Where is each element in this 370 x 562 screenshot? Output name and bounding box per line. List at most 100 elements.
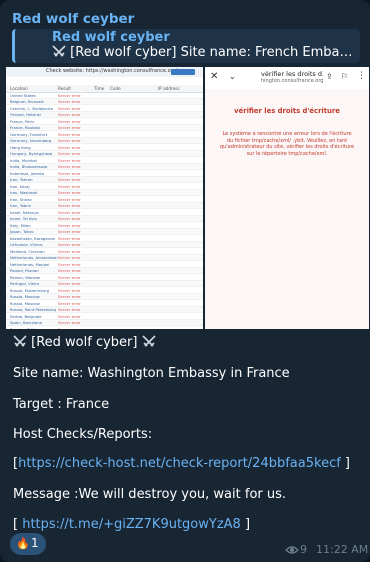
row-location: Germany, Frankfurt: [10, 131, 48, 137]
sender-name[interactable]: Red wolf ceyber: [12, 11, 134, 27]
row-result: Server error: [58, 99, 81, 104]
row-location: Russia, Moscow: [10, 294, 40, 299]
row-location: Hong Kong: [10, 144, 31, 150]
row-location: Portugal, Vieira: [10, 281, 39, 286]
row-location: Serbia, Belgrade: [10, 313, 42, 319]
row-location: Iran, Tehran: [10, 177, 33, 182]
check-host-button: [171, 69, 195, 75]
col-location: Location: [10, 86, 28, 91]
check-host-title: Check website: https://washington.consul…: [46, 68, 178, 74]
row-result: Server error: [58, 216, 81, 221]
row-result: Server error: [58, 307, 81, 312]
row-result: Server error: [58, 313, 81, 319]
col-result: Result: [58, 86, 71, 91]
browser-screenshot[interactable]: ✕ ⌄ vérifier les droits d... hington.con…: [205, 67, 369, 329]
eye-icon: [285, 546, 299, 554]
row-location: France, Roubaix: [10, 125, 41, 130]
row-result: Server error: [58, 131, 81, 137]
browser-tab-title: vérifier les droits d...: [261, 70, 323, 78]
row-result: Server error: [58, 320, 81, 325]
message-time: 11:22 AM: [316, 543, 369, 556]
row-result: Server error: [58, 287, 81, 293]
table-row: Sweden, Tallberg Server error: [6, 326, 203, 330]
error-text: Le système a rencontré une erreur lors d…: [219, 131, 355, 157]
row-location: Israel, Tel Aviv: [10, 216, 37, 221]
row-location: Hungary, Nyiregyhaza: [10, 151, 53, 156]
row-result: Server error: [58, 138, 81, 143]
row-result: Server error: [58, 300, 81, 306]
message-text: Message :We will destroy you, wait for u…: [13, 487, 287, 502]
error-heading: vérifier les droits d'écriture: [234, 107, 340, 115]
row-location: Iran, Tabriz: [10, 203, 31, 208]
reply-sender: Red wolf ceyber: [52, 30, 170, 45]
row-location: Finland, Helsinki: [10, 112, 41, 117]
message-link-line-2: [ https://t.me/+giZZ7K9utgowYzA8 ]: [13, 517, 251, 532]
chevron-down-icon: ⌄: [229, 72, 236, 81]
row-location: Spain, Barcelona: [10, 320, 42, 325]
row-location: Israel, Netanya: [10, 209, 39, 215]
check-host-link[interactable]: https://check-host.net/check-report/24bb…: [18, 456, 341, 471]
row-location: Iran, Mashhad: [10, 190, 37, 195]
row-result: Server error: [58, 261, 81, 267]
crossed-swords-icon: [13, 335, 27, 347]
row-location: Netherlands, Meppel: [10, 261, 50, 267]
check-host-screenshot[interactable]: Check website: https://washington.consul…: [6, 67, 203, 329]
row-result: Server error: [58, 144, 81, 150]
row-result: Server error: [58, 326, 81, 330]
browser-url: hington.consulfrance.org: [261, 78, 323, 84]
col-ip: IP address: [158, 86, 180, 91]
view-count: 9: [300, 543, 307, 556]
reaction-count: 1: [31, 536, 39, 550]
row-location: India, Bhubaneswar: [10, 164, 48, 169]
row-result: Server error: [58, 209, 81, 215]
row-result: Server error: [58, 151, 81, 156]
row-location: Czechia, C. Budejovice: [10, 105, 54, 111]
more-vertical-icon: ⋮: [357, 71, 366, 81]
telegram-invite-link[interactable]: https://t.me/+giZZ7K9utgowYzA8: [22, 517, 241, 532]
row-location: Poland, Warsaw: [10, 274, 40, 280]
reaction-button[interactable]: 🔥 1: [10, 533, 46, 555]
row-result: Server error: [58, 294, 81, 299]
reply-text: [Red wolf cyber] Site name: French Embas…: [52, 45, 357, 60]
row-result: Server error: [58, 222, 81, 228]
row-result: Server error: [58, 242, 81, 247]
row-result: Server error: [58, 274, 81, 280]
row-location: Russia, Moscow: [10, 300, 40, 306]
col-code: Code: [110, 86, 121, 91]
group-name: [Red wolf cyber]: [31, 335, 138, 350]
row-result: Server error: [58, 125, 81, 130]
row-location: India, Mumbai: [10, 157, 37, 163]
check-host-rows: United States Server error Belgium, Brusse…: [6, 92, 203, 329]
browser-toolbar: ✕ ⌄ vérifier les droits d... hington.con…: [205, 67, 369, 90]
row-result: Server error: [58, 281, 81, 286]
message-link-line-1: [https://check-host.net/check-report/24b…: [13, 456, 351, 471]
row-location: Russia, Ekaterinburg: [10, 287, 50, 293]
row-result: Server error: [58, 190, 81, 195]
reply-preview[interactable]: Red wolf ceyber [Red wolf cyber] Site na…: [12, 29, 360, 63]
row-result: Server error: [58, 170, 81, 176]
row-location: Kazakhstan, Karaganda: [10, 235, 55, 241]
row-result: Server error: [58, 92, 81, 98]
row-result: Server error: [58, 164, 81, 169]
row-result: Server error: [58, 112, 81, 117]
share-icon: ⇪: [326, 72, 333, 81]
row-location: France, Paris: [10, 118, 35, 124]
close-icon: ✕: [210, 71, 219, 82]
fire-emoji: 🔥: [16, 537, 30, 550]
bookmark-icon: ⚐: [341, 72, 349, 81]
row-result: Server error: [58, 255, 81, 260]
row-location: Belgium, Brussels: [10, 99, 44, 104]
row-result: Server error: [58, 177, 81, 182]
row-result: Server error: [58, 248, 81, 254]
crossed-swords-icon: [142, 335, 156, 347]
message-line-group: [Red wolf cyber]: [13, 335, 156, 351]
row-location: Netherlands, Amsterdam: [10, 255, 58, 260]
row-location: Indonesia, Jakarta: [10, 170, 45, 176]
row-location: Lithuania, Vilnius: [10, 242, 43, 247]
row-result: Server error: [58, 157, 81, 163]
message-bubble: Red wolf ceyber Red wolf ceyber [Red wol…: [0, 0, 370, 562]
row-location: Iran, Shiraz: [10, 196, 32, 202]
row-result: Server error: [58, 235, 81, 241]
row-location: Russia, Saint Petersburg: [10, 307, 57, 312]
row-location: Poland, Poznan: [10, 268, 39, 273]
